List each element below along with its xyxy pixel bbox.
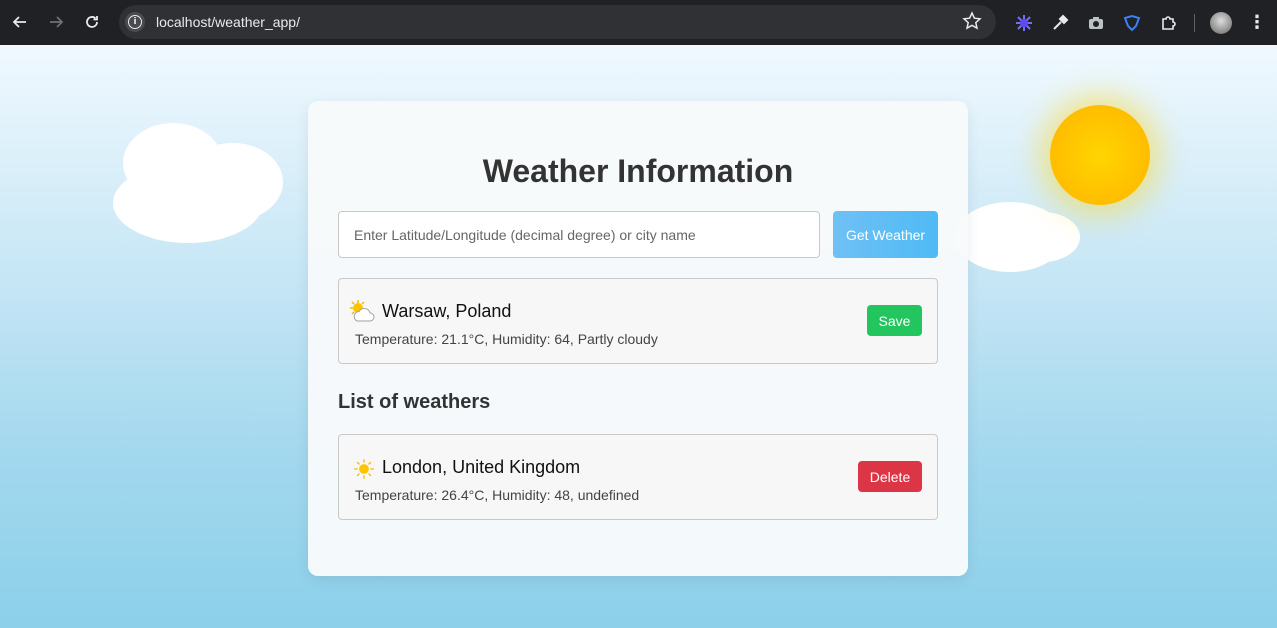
camera-icon[interactable] (1078, 5, 1114, 41)
arrow-left-icon (12, 16, 26, 28)
current-city: Warsaw, Poland (382, 301, 512, 321)
saved-list-heading: List of weathers (338, 391, 491, 413)
arrow-right-icon (50, 16, 64, 28)
address-bar[interactable]: i localhost/weather_app/ (119, 5, 996, 39)
extensions-area: ⋮ (1006, 0, 1275, 45)
sun-decoration (1050, 105, 1150, 205)
browser-toolbar: i localhost/weather_app/ ⋮ (0, 0, 1277, 45)
sun-icon (354, 459, 374, 479)
partly-cloudy-icon (350, 300, 375, 322)
toolbar-divider (1194, 13, 1195, 32)
reload-button[interactable] (74, 4, 110, 40)
site-info-icon[interactable]: i (125, 12, 145, 32)
url-text[interactable]: localhost/weather_app/ (156, 14, 300, 30)
current-weather-details: Temperature: 21.1°C, Humidity: 64, Partl… (355, 331, 658, 347)
search-input[interactable] (338, 211, 820, 258)
saved-city: London, United Kingdom (382, 457, 581, 477)
back-button[interactable] (2, 4, 38, 40)
page-viewport: Weather Information Get Weather Warsaw, … (0, 45, 1277, 628)
kebab-menu-icon[interactable]: ⋮ (1239, 5, 1275, 41)
puzzle-icon[interactable] (1150, 5, 1186, 41)
forward-button[interactable] (38, 4, 74, 40)
saved-weather-details: Temperature: 26.4°C, Humidity: 48, undef… (355, 487, 640, 503)
list-item: London, United Kingdom Temperature: 26.4… (338, 434, 938, 520)
shield-extension-icon[interactable] (1114, 5, 1150, 41)
delete-button[interactable]: Delete (858, 461, 922, 492)
eyedropper-icon[interactable] (1042, 5, 1078, 41)
extension-burst-icon[interactable] (1006, 5, 1042, 41)
weather-card: Weather Information Get Weather Warsaw, … (308, 101, 968, 576)
current-weather-result: Warsaw, Poland Temperature: 21.1°C, Humi… (338, 278, 938, 364)
reload-icon (86, 16, 98, 28)
page-title: Weather Information (482, 153, 794, 189)
save-button[interactable]: Save (867, 305, 922, 336)
avatar (1210, 11, 1232, 34)
get-weather-button[interactable]: Get Weather (833, 211, 938, 258)
star-icon[interactable] (962, 11, 982, 31)
profile-button[interactable] (1203, 5, 1239, 41)
